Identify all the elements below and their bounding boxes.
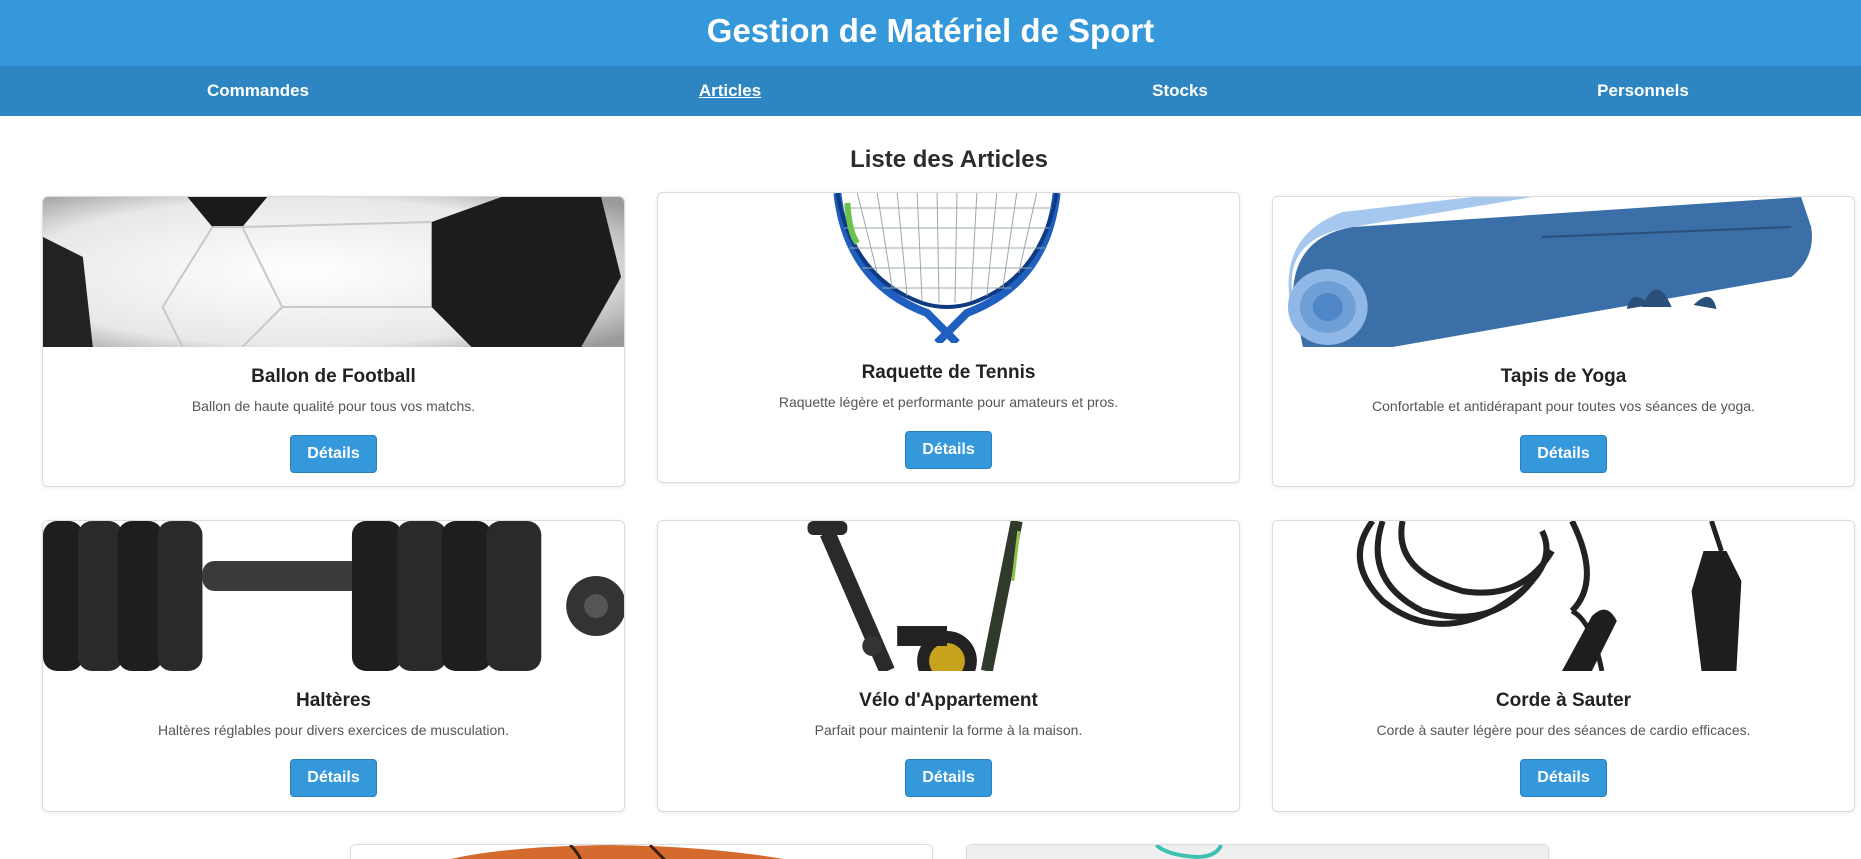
app-header: Gestion de Matériel de Sport <box>0 0 1861 66</box>
jump-rope-image <box>1273 521 1854 671</box>
details-button[interactable]: Détails <box>1520 435 1607 473</box>
article-name: Raquette de Tennis <box>861 362 1036 383</box>
nav-articles[interactable]: Articles <box>699 66 761 116</box>
tennis-racket-image <box>658 193 1239 343</box>
details-button[interactable]: Détails <box>905 759 992 797</box>
exercise-bike-image <box>658 521 1239 671</box>
nav-personnels[interactable]: Personnels <box>1597 66 1689 116</box>
details-button[interactable]: Détails <box>905 431 992 469</box>
app-title: Gestion de Matériel de Sport <box>706 12 1155 49</box>
article-card <box>350 844 933 859</box>
article-card: Tapis de Yoga Confortable et antidérapan… <box>1272 196 1855 487</box>
article-description: Ballon de haute qualité pour tous vos ma… <box>191 398 476 414</box>
dumbbell-image <box>43 521 624 671</box>
article-name: Haltères <box>296 690 371 711</box>
basketball-image <box>351 845 932 859</box>
article-name: Corde à Sauter <box>1495 690 1632 711</box>
main-nav: Commandes Articles Stocks Personnels <box>0 66 1861 116</box>
article-name: Tapis de Yoga <box>1500 366 1627 387</box>
item-image <box>967 845 1548 859</box>
article-card: Vélo d'Appartement Parfait pour mainteni… <box>657 520 1240 812</box>
nav-stocks[interactable]: Stocks <box>1152 66 1208 116</box>
article-description: Corde à sauter légère pour des séances d… <box>1376 722 1751 738</box>
article-description: Parfait pour maintenir la forme à la mai… <box>814 722 1083 738</box>
article-card: Haltères Haltères réglables pour divers … <box>42 520 625 812</box>
article-name: Vélo d'Appartement <box>859 690 1038 711</box>
article-description: Haltères réglables pour divers exercices… <box>158 722 509 738</box>
article-card: Ballon de Football Ballon de haute quali… <box>42 196 625 487</box>
details-button[interactable]: Détails <box>290 759 377 797</box>
nav-commandes[interactable]: Commandes <box>207 66 309 116</box>
article-card: Corde à Sauter Corde à sauter légère pou… <box>1272 520 1855 812</box>
page-title: Liste des Articles <box>850 146 1048 173</box>
soccer-ball-image <box>43 197 624 347</box>
article-description: Confortable et antidérapant pour toutes … <box>1372 398 1755 414</box>
details-button[interactable]: Détails <box>1520 759 1607 797</box>
details-button[interactable]: Détails <box>290 435 377 473</box>
article-description: Raquette légère et performante pour amat… <box>778 394 1119 410</box>
article-card <box>966 844 1549 859</box>
yoga-mat-image <box>1273 197 1854 347</box>
article-card: Raquette de Tennis Raquette légère et pe… <box>657 192 1240 483</box>
article-name: Ballon de Football <box>251 366 416 387</box>
